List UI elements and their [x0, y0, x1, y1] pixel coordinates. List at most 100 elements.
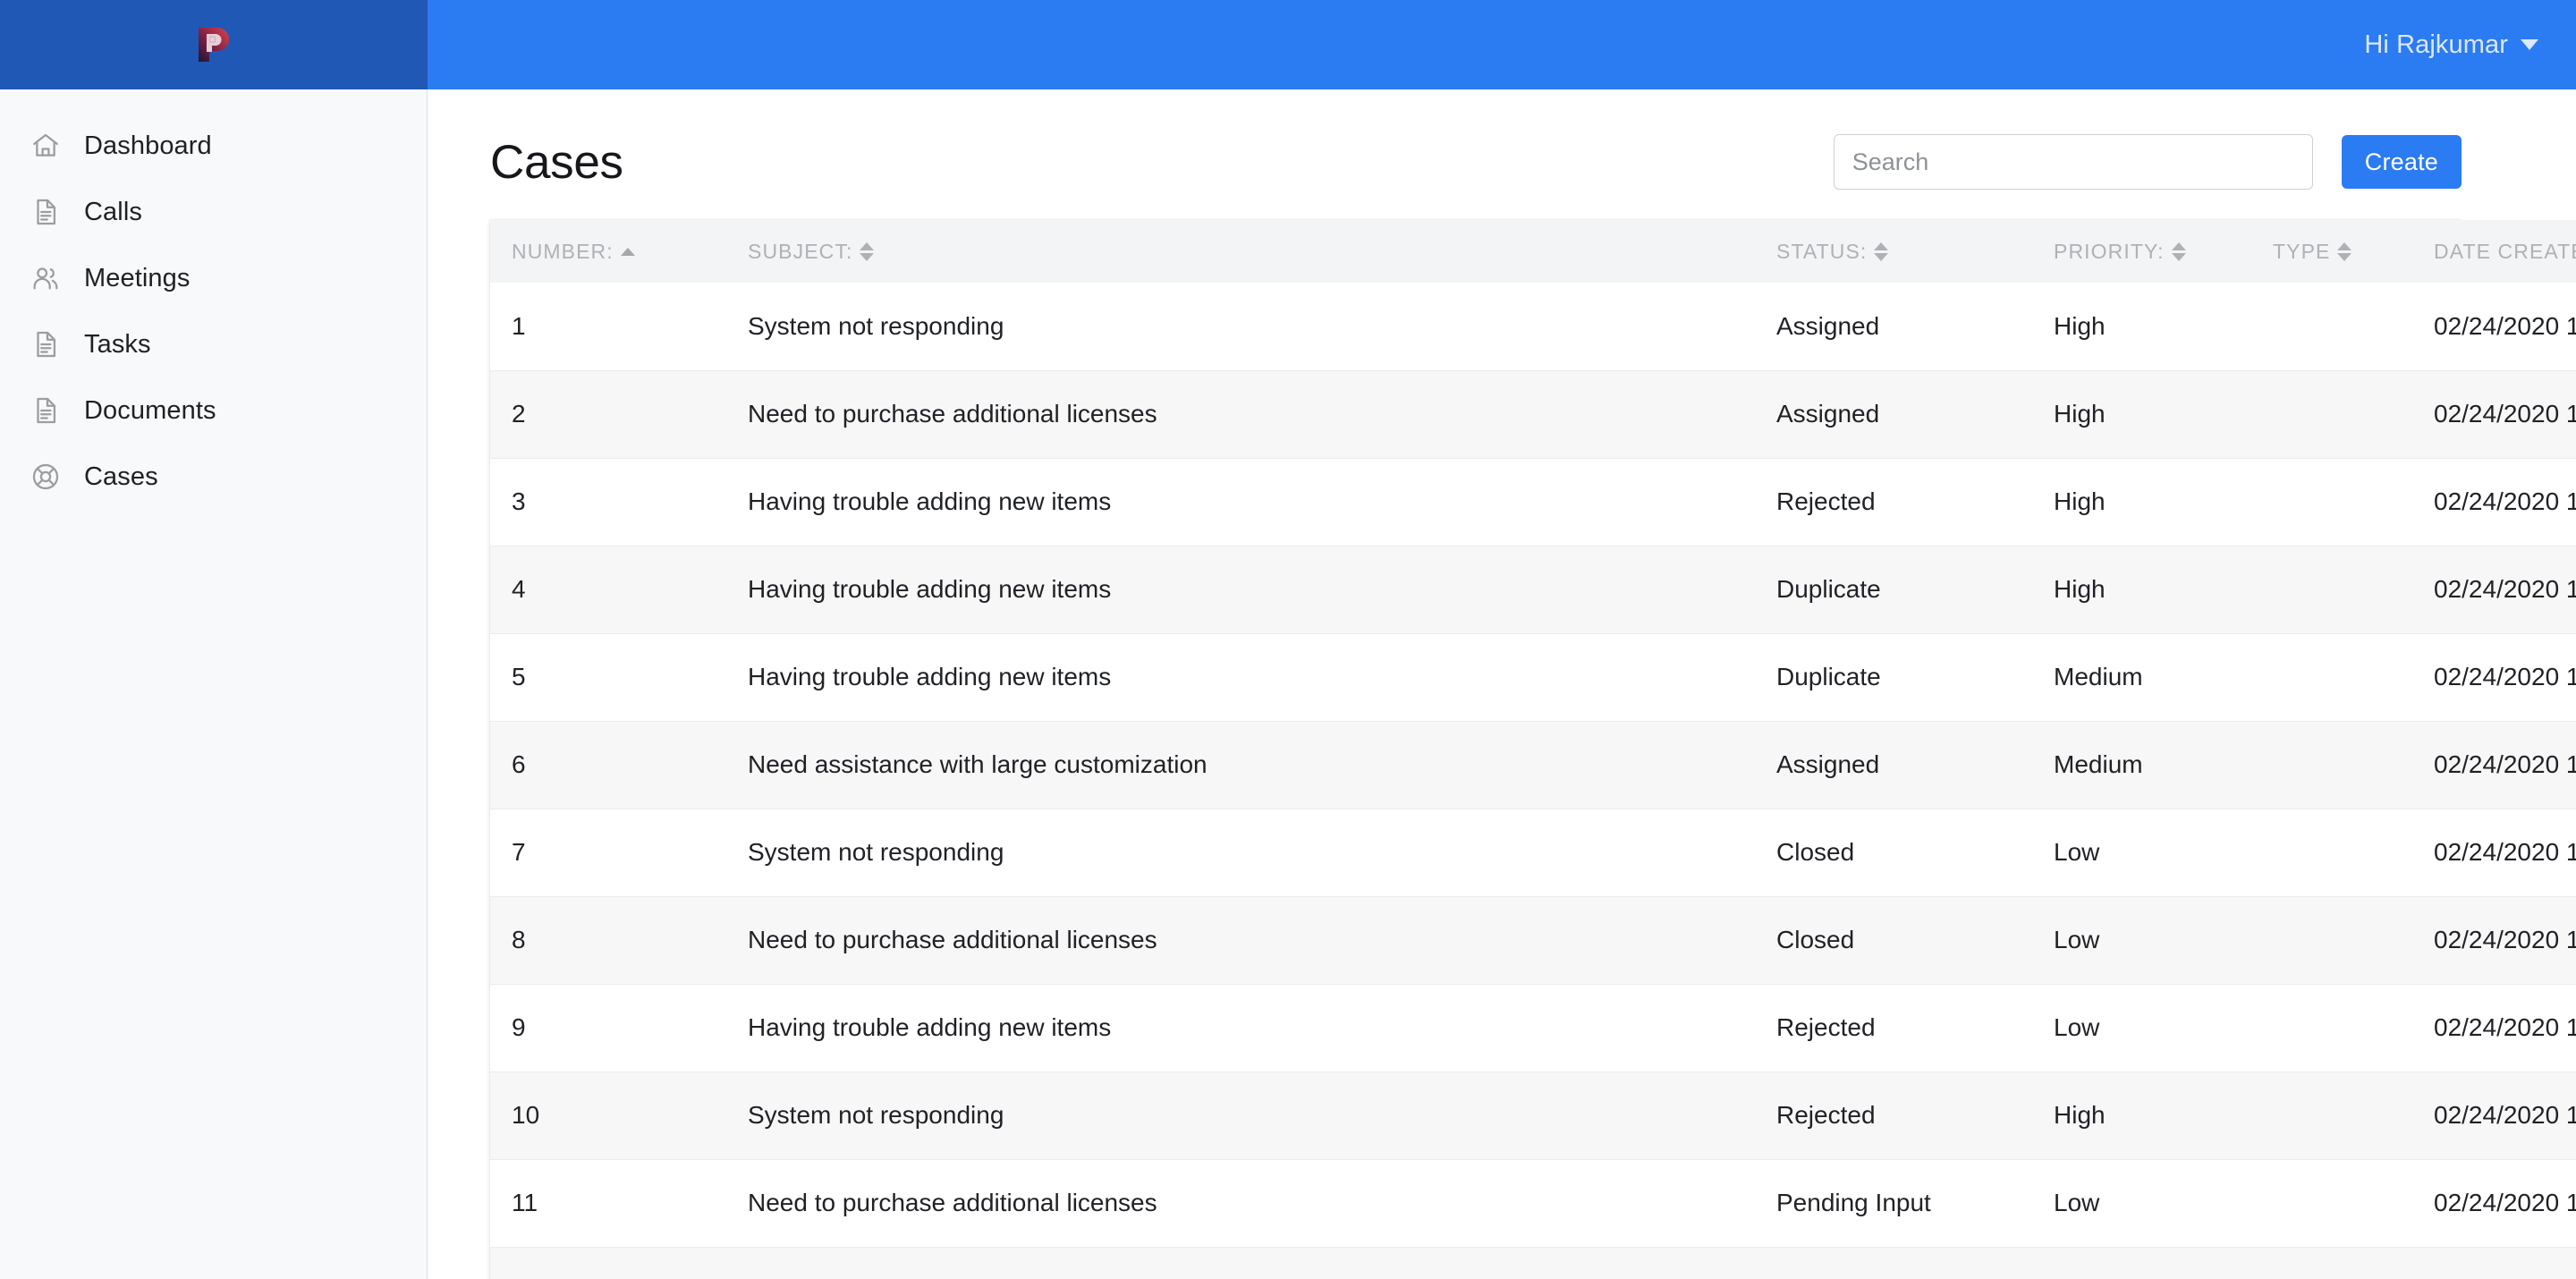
- cell-priority: Low: [2038, 1246, 2257, 1279]
- cell-date-created: 02/24/2020 11:18: [2418, 545, 2576, 633]
- sort-toggle-icon: [1874, 241, 1889, 261]
- table-row[interactable]: 8 Need to purchase additional licenses C…: [490, 895, 2576, 984]
- cell-number: 3: [490, 457, 732, 546]
- cell-date-created: 02/24/2020 11:18: [2418, 808, 2576, 896]
- sidebar-item-meetings[interactable]: Meetings: [0, 245, 427, 311]
- cell-number: 7: [490, 808, 732, 896]
- sidebar-item-tasks[interactable]: Tasks: [0, 311, 427, 377]
- sidebar-item-calls[interactable]: Calls: [0, 179, 427, 245]
- cell-type: [2257, 1071, 2418, 1159]
- cell-number: 10: [490, 1071, 732, 1159]
- cell-date-created: 02/24/2020 11:18: [2418, 457, 2576, 546]
- table-row[interactable]: 11 Need to purchase additional licenses …: [490, 1158, 2576, 1247]
- column-header-label: PRIORITY:: [2054, 239, 2165, 263]
- search-input[interactable]: [1833, 134, 2313, 190]
- table-row[interactable]: 4 Having trouble adding new items Duplic…: [490, 545, 2576, 633]
- table-head: NUMBER: SUBJECT: STATUS: PRIORITY: TYPE …: [490, 220, 2576, 283]
- sidebar-item-dashboard[interactable]: Dashboard: [0, 113, 427, 179]
- cell-type: [2257, 1158, 2418, 1247]
- chevron-down-icon: [2521, 39, 2538, 50]
- column-header-label: NUMBER:: [512, 239, 614, 263]
- app-root: Hi Rajkumar Dashboard Calls Meetings Tas…: [0, 0, 2576, 1279]
- app-logo-icon: [194, 25, 233, 64]
- sidebar-item-label: Cases: [84, 462, 158, 491]
- table-row[interactable]: 5 Having trouble adding new items Duplic…: [490, 632, 2576, 721]
- cell-type: [2257, 632, 2418, 721]
- cell-subject: Need assistance with large customization: [732, 720, 1760, 809]
- table-row[interactable]: 2 Need to purchase additional licenses A…: [490, 369, 2576, 458]
- column-header-label: DATE CREATED:: [2434, 239, 2576, 263]
- sort-toggle-icon: [2337, 241, 2352, 261]
- table-body: 1 System not responding Assigned High 02…: [490, 283, 2576, 1279]
- sort-toggle-icon: [2171, 241, 2186, 261]
- cell-status: Assigned: [1776, 311, 1880, 340]
- cell-date-created: 02/24/2020 11:18: [2418, 1246, 2576, 1279]
- document-icon: [30, 395, 61, 426]
- document-icon: [30, 197, 61, 227]
- cell-priority: High: [2038, 369, 2257, 458]
- table-row[interactable]: 9 Having trouble adding new items Reject…: [490, 983, 2576, 1071]
- cell-subject: Need to purchase additional licenses: [732, 1158, 1760, 1247]
- cell-number: 11: [490, 1158, 732, 1247]
- sidebar-item-documents[interactable]: Documents: [0, 377, 427, 444]
- column-header-status[interactable]: STATUS:: [1760, 220, 2038, 283]
- cell-number: 4: [490, 545, 732, 633]
- header-actions: Create: [1833, 134, 2462, 190]
- cell-date-created: 02/24/2020 11:18: [2434, 311, 2576, 340]
- cell-priority: Low: [2038, 1158, 2257, 1247]
- column-header-priority[interactable]: PRIORITY:: [2038, 220, 2257, 283]
- column-header-number[interactable]: NUMBER:: [490, 220, 732, 283]
- cases-table: NUMBER: SUBJECT: STATUS: PRIORITY: TYPE …: [490, 220, 2576, 1279]
- column-header-type[interactable]: TYPE: [2257, 220, 2418, 283]
- cell-priority: Low: [2038, 983, 2257, 1071]
- sort-toggle-icon: [860, 241, 875, 261]
- cell-date-created: 02/24/2020 11:18: [2418, 720, 2576, 809]
- cell-status: Assigned: [1760, 720, 2038, 809]
- column-header-subject[interactable]: SUBJECT:: [732, 220, 1760, 283]
- cell-priority: Medium: [2038, 720, 2257, 809]
- cell-type: [2257, 283, 2418, 370]
- cell-date-created: 02/24/2020 11:18: [2418, 1158, 2576, 1247]
- table-row[interactable]: 10 System not responding Rejected High 0…: [490, 1071, 2576, 1159]
- cell-type: [2257, 457, 2418, 546]
- cell-date-created: 02/24/2020 11:18: [2418, 632, 2576, 721]
- cell-type: [2257, 1246, 2418, 1279]
- column-header-label: SUBJECT:: [748, 239, 853, 263]
- table-row[interactable]: 12 Need assistance with large customizat…: [490, 1246, 2576, 1279]
- sidebar-item-label: Tasks: [84, 329, 151, 359]
- cell-status: Rejected: [1760, 457, 2038, 546]
- cell-priority: High: [2038, 457, 2257, 546]
- cell-status: Duplicate: [1760, 632, 2038, 721]
- cell-type: [2257, 808, 2418, 896]
- sidebar-item-label: Calls: [84, 197, 142, 226]
- table-row[interactable]: 6 Need assistance with large customizati…: [490, 720, 2576, 809]
- table-row[interactable]: 7 System not responding Closed Low 02/24…: [490, 808, 2576, 896]
- sidebar: Dashboard Calls Meetings Tasks Documents…: [0, 89, 428, 1279]
- column-header-date-created[interactable]: DATE CREATED:: [2418, 220, 2576, 283]
- table-header-row: NUMBER: SUBJECT: STATUS: PRIORITY: TYPE …: [490, 220, 2576, 283]
- cell-subject: Need to purchase additional licenses: [732, 895, 1760, 984]
- cell-status: New: [1760, 1246, 2038, 1279]
- sidebar-item-label: Documents: [84, 395, 216, 425]
- cell-number: 9: [490, 983, 732, 1071]
- body-row: Dashboard Calls Meetings Tasks Documents…: [0, 89, 2576, 1279]
- cell-subject: Having trouble adding new items: [732, 545, 1760, 633]
- sidebar-item-cases[interactable]: Cases: [0, 444, 427, 510]
- table-row[interactable]: 3 Having trouble adding new items Reject…: [490, 457, 2576, 546]
- people-icon: [30, 263, 61, 293]
- cell-date-created: 02/24/2020 11:18: [2418, 895, 2576, 984]
- sidebar-item-label: Dashboard: [84, 131, 212, 160]
- cell-status: Rejected: [1760, 1071, 2038, 1159]
- cell-subject: Need assistance with large customization: [732, 1246, 1760, 1279]
- cell-priority: Low: [2038, 808, 2257, 896]
- cell-number: 2: [490, 369, 732, 458]
- user-menu[interactable]: Hi Rajkumar: [2364, 30, 2538, 60]
- cell-type: [2257, 545, 2418, 633]
- create-button[interactable]: Create: [2341, 135, 2462, 189]
- cell-subject: System not responding: [748, 311, 1004, 340]
- cell-status: Rejected: [1760, 983, 2038, 1071]
- lifebuoy-icon: [30, 462, 61, 492]
- cell-type: [2257, 895, 2418, 984]
- brand-area[interactable]: [0, 0, 428, 89]
- table-row[interactable]: 1 System not responding Assigned High 02…: [490, 283, 2576, 370]
